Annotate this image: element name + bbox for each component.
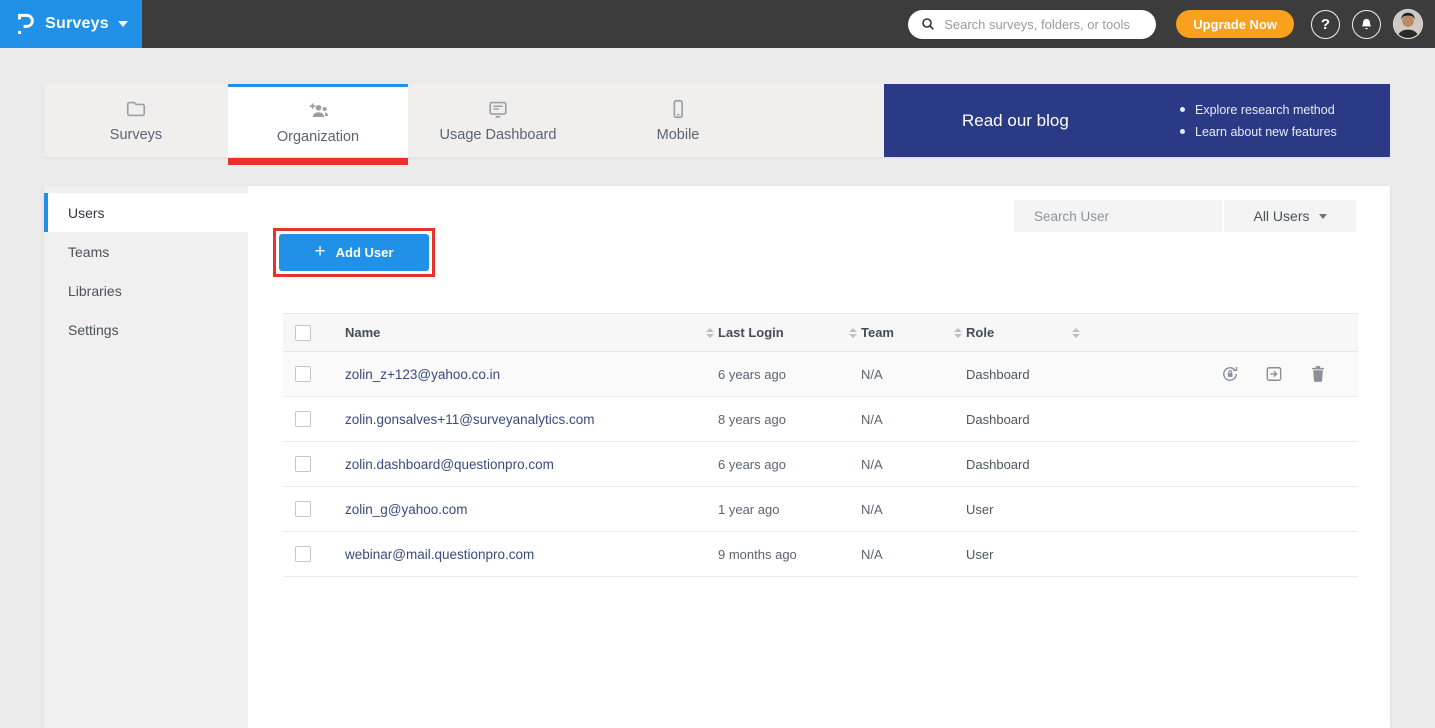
organization-sidebar: Users Teams Libraries Settings [44, 186, 248, 728]
blog-bullet: Explore research method [1180, 99, 1337, 121]
role-value: Dashboard [966, 412, 1030, 427]
global-search-input[interactable] [944, 17, 1144, 32]
table-row[interactable]: zolin_z+123@yahoo.co.in 6 years ago N/A … [283, 352, 1358, 397]
column-header-role: Role [966, 325, 994, 340]
add-user-button[interactable]: + Add User [279, 234, 429, 271]
row-checkbox[interactable] [295, 456, 311, 472]
last-login-value: 1 year ago [718, 502, 779, 517]
last-login-value: 9 months ago [718, 547, 797, 562]
role-value: User [966, 547, 993, 562]
blog-bullet: Learn about new features [1180, 121, 1337, 143]
team-value: N/A [861, 547, 883, 562]
tab-usage-dashboard[interactable]: Usage Dashboard [408, 84, 588, 157]
last-login-value: 6 years ago [718, 367, 786, 382]
team-value: N/A [861, 367, 883, 382]
global-search[interactable] [908, 10, 1156, 39]
blog-banner[interactable]: Read our blog Explore research method Le… [884, 84, 1390, 157]
search-user-input[interactable] [1034, 209, 1211, 224]
team-value: N/A [861, 457, 883, 472]
delete-user-icon[interactable] [1308, 364, 1328, 384]
search-icon [1025, 209, 1026, 224]
upgrade-now-button[interactable]: Upgrade Now [1176, 10, 1294, 38]
column-header-team: Team [861, 325, 894, 340]
sidebar-item-teams[interactable]: Teams [44, 232, 248, 271]
user-email-link[interactable]: webinar@mail.questionpro.com [345, 547, 534, 562]
column-header-last-login: Last Login [718, 325, 784, 340]
sort-icon-last-login[interactable] [849, 328, 857, 338]
table-row[interactable]: zolin.gonsalves+11@surveyanalytics.com 8… [283, 397, 1358, 442]
row-checkbox[interactable] [295, 546, 311, 562]
sort-icon-name[interactable] [706, 328, 714, 338]
notifications-button[interactable] [1352, 10, 1381, 39]
sidebar-item-users[interactable]: Users [44, 193, 248, 232]
tab-label: Organization [277, 129, 359, 145]
tab-strip-filler [768, 84, 884, 157]
role-value: User [966, 502, 993, 517]
tab-label: Surveys [110, 127, 162, 143]
user-email-link[interactable]: zolin_g@yahoo.com [345, 502, 468, 517]
sidebar-item-settings[interactable]: Settings [44, 310, 248, 349]
bell-icon [1359, 17, 1374, 32]
sidebar-item-libraries[interactable]: Libraries [44, 271, 248, 310]
last-login-value: 8 years ago [718, 412, 786, 427]
login-as-user-icon[interactable] [1264, 364, 1284, 384]
add-people-icon [307, 100, 329, 122]
chevron-down-icon [118, 21, 128, 27]
users-table-header: Name Last Login Team Role [283, 313, 1358, 352]
user-filter-value: All Users [1253, 208, 1309, 224]
user-filter-dropdown[interactable]: All Users [1224, 200, 1356, 232]
sort-icon-role[interactable] [1072, 328, 1080, 338]
table-row[interactable]: webinar@mail.questionpro.com 9 months ag… [283, 532, 1358, 577]
app-header: Surveys Upgrade Now ? [0, 0, 1435, 48]
plus-icon: + [315, 242, 326, 261]
users-table-body: zolin_z+123@yahoo.co.in 6 years ago N/A … [283, 352, 1358, 577]
section-tabs: Surveys Organization Usage Dashboard Mob… [44, 84, 1390, 157]
tab-mobile[interactable]: Mobile [588, 84, 768, 157]
tab-surveys[interactable]: Surveys [44, 84, 228, 157]
column-header-name: Name [345, 325, 380, 340]
blog-banner-bullets: Explore research method Learn about new … [1180, 99, 1337, 143]
annotation-box-add-user: + Add User [273, 228, 435, 277]
header-actions: Upgrade Now ? [908, 0, 1423, 48]
avatar-photo [1394, 10, 1422, 38]
row-checkbox[interactable] [295, 411, 311, 427]
role-value: Dashboard [966, 367, 1030, 382]
user-avatar[interactable] [1393, 9, 1423, 39]
annotation-underline-organization [228, 158, 408, 165]
row-checkbox[interactable] [295, 366, 311, 382]
row-checkbox[interactable] [295, 501, 311, 517]
dashboard-icon [487, 98, 509, 120]
select-all-checkbox[interactable] [295, 325, 311, 341]
product-name: Surveys [45, 15, 109, 33]
users-table: Name Last Login Team Role [283, 313, 1358, 577]
add-user-label: Add User [336, 245, 394, 260]
team-value: N/A [861, 502, 883, 517]
tab-label: Mobile [657, 127, 700, 143]
help-button[interactable]: ? [1311, 10, 1340, 39]
tab-organization[interactable]: Organization [228, 84, 408, 157]
mobile-icon [667, 98, 689, 120]
team-value: N/A [861, 412, 883, 427]
organization-panel: Users Teams Libraries Settings All Users… [44, 186, 1390, 728]
search-user-box[interactable] [1014, 200, 1222, 232]
product-switcher[interactable]: Surveys [0, 0, 142, 48]
reset-password-icon[interactable] [1220, 364, 1240, 384]
tab-label: Usage Dashboard [440, 127, 557, 143]
questionpro-logo-icon [14, 11, 36, 37]
last-login-value: 6 years ago [718, 457, 786, 472]
role-value: Dashboard [966, 457, 1030, 472]
chevron-down-icon [1319, 214, 1327, 219]
table-row[interactable]: zolin.dashboard@questionpro.com 6 years … [283, 442, 1358, 487]
sort-icon-team[interactable] [954, 328, 962, 338]
users-main-area: All Users + Add User Name Last Login [248, 186, 1390, 728]
table-row[interactable]: zolin_g@yahoo.com 1 year ago N/A User [283, 487, 1358, 532]
user-email-link[interactable]: zolin_z+123@yahoo.co.in [345, 367, 500, 382]
user-email-link[interactable]: zolin.dashboard@questionpro.com [345, 457, 554, 472]
user-email-link[interactable]: zolin.gonsalves+11@surveyanalytics.com [345, 412, 594, 427]
search-icon [920, 16, 936, 32]
folder-icon [125, 98, 147, 120]
blog-banner-title: Read our blog [962, 111, 1180, 131]
